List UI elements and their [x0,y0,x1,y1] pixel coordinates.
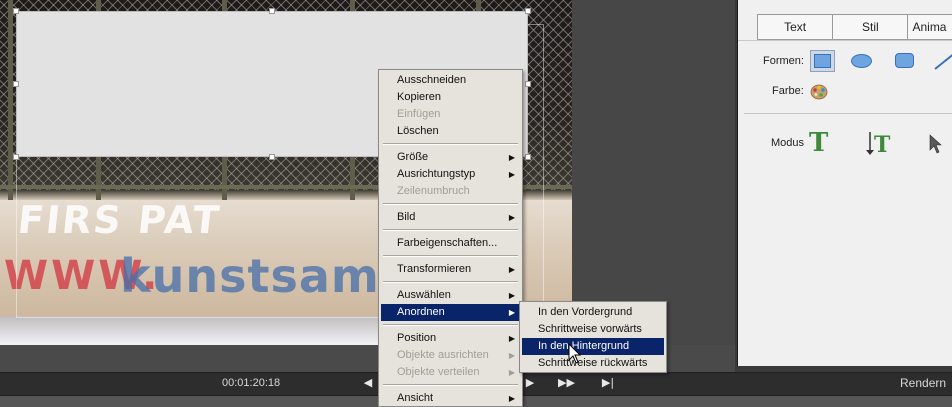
resize-handle[interactable] [269,154,275,160]
submenu-arrow-icon: ▶ [508,153,515,162]
arrange-submenu: In den Vordergrund Schrittweise vorwärts… [519,301,667,373]
menu-item-label: Transformieren [397,263,472,275]
submenu-arrow-icon: ▶ [508,351,515,360]
submenu-arrow-icon: ▶ [508,334,515,343]
fence-post [8,0,13,200]
ellipse-shape-button[interactable] [851,54,872,68]
submenu-arrow-icon: ▶ [508,368,515,377]
menu-item-label: Ansicht [397,392,434,404]
menu-item-view[interactable]: Ansicht ▶ [381,390,520,407]
menu-separator [383,255,518,257]
resize-handle[interactable] [13,154,19,160]
menu-item-arrange[interactable]: Anordnen ▶ [381,304,520,321]
menu-item-delete[interactable]: Löschen [381,123,520,140]
submenu-item-label: Schrittweise vorwärts [538,323,642,335]
menu-item-label: Objekte verteilen [397,366,480,378]
tab-text[interactable]: Text [758,15,834,39]
menu-separator [383,281,518,283]
resize-handle[interactable] [269,8,275,14]
menu-item-select[interactable]: Auswählen ▶ [381,287,520,304]
menu-item-label: Farbeigenschaften... [397,237,498,249]
menu-item-alignment-type[interactable]: Ausrichtungstyp ▶ [381,166,520,183]
rectangle-shape-button[interactable] [810,50,835,72]
menu-item-label: Position [397,332,437,344]
menu-item-position[interactable]: Position ▶ [381,330,520,347]
palette-icon[interactable] [810,83,828,100]
line-shape-button[interactable] [934,52,952,70]
color-label: Farbe: [772,85,804,97]
menu-item-label: Ausrichtungstyp [397,168,476,180]
menu-item-label: Größe [397,151,429,163]
goto-end-icon[interactable]: ▶| [600,376,616,390]
submenu-arrow-icon: ▶ [508,308,515,317]
render-button[interactable]: Rendern [900,376,946,390]
menu-item-color-properties[interactable]: Farbeigenschaften... [381,235,520,252]
menu-item-cut[interactable]: Ausschneiden [381,72,520,89]
menu-separator [383,324,518,326]
shapes-label: Formen: [763,55,804,67]
timecode-display[interactable]: 00:01:20:18 [222,377,280,389]
submenu-arrow-icon: ▶ [508,291,515,300]
menu-item-transform[interactable]: Transformieren ▶ [381,261,520,278]
tab-animation[interactable]: Anima [908,15,952,39]
menu-separator [383,203,518,205]
menu-separator [383,384,518,386]
divider [738,40,952,41]
submenu-arrow-icon: ▶ [508,394,515,403]
resize-handle[interactable] [13,8,19,14]
menu-item-label: Ausschneiden [397,74,467,86]
submenu-item-bring-to-front[interactable]: In den Vordergrund [522,304,664,321]
submenu-arrow-icon: ▶ [508,265,515,274]
menu-item-label: Auswählen [397,289,451,301]
submenu-item-label: Schrittweise rückwärts [538,357,648,369]
submenu-arrow-icon: ▶ [508,170,515,179]
menu-item-align-objects: Objekte ausrichten ▶ [381,347,520,364]
rectangle-icon [814,54,831,68]
menu-item-label: Einfügen [397,108,441,120]
submenu-item-send-backward[interactable]: Schrittweise rückwärts [522,355,664,372]
menu-item-label: Bild [397,211,416,223]
menu-item-copy[interactable]: Kopieren [381,89,520,106]
horizontal-text-tool-icon[interactable]: T [809,128,828,158]
mouse-cursor-icon [568,343,582,364]
menu-item-image[interactable]: Bild ▶ [381,209,520,226]
app-window: FIRS PAT WWW. kunstsammle Text Stil Anim… [0,0,952,407]
title-properties-panel: Text Stil Anima Formen: Farbe: Modus T T [737,0,952,366]
svg-text:T: T [874,132,891,158]
menu-item-distribute-objects: Objekte verteilen ▶ [381,364,520,381]
submenu-item-bring-forward[interactable]: Schrittweise vorwärts [522,321,664,338]
submenu-arrow-icon: ▶ [508,213,515,222]
tab-stil[interactable]: Stil [833,15,909,39]
context-menu: Ausschneiden Kopieren Einfügen Löschen G… [378,69,523,407]
menu-separator [383,143,518,145]
mode-label: Modus [771,137,805,149]
menu-item-label: Löschen [397,125,439,137]
menu-item-label: Anordnen [397,306,445,318]
menu-item-paste: Einfügen [381,106,520,123]
menu-item-label: Objekte ausrichten [397,349,489,361]
resize-handle[interactable] [13,81,19,87]
selection-tool-icon[interactable] [929,134,943,154]
divider [744,113,952,114]
menu-item-word-wrap: Zeilenumbruch [381,183,520,200]
play-icon[interactable]: ▶ [522,376,538,390]
resize-handle[interactable] [525,8,531,14]
menu-item-label: Kopieren [397,91,442,103]
menu-item-size[interactable]: Größe ▶ [381,149,520,166]
menu-item-label: Zeilenumbruch [397,185,470,197]
submenu-item-label: In den Hintergrund [538,340,630,352]
panel-tabs: Text Stil Anima [757,14,952,40]
menu-separator [383,229,518,231]
step-back-icon[interactable]: ◀ [360,376,376,390]
step-forward-icon[interactable]: ▶▶ [558,376,575,390]
submenu-item-send-to-back[interactable]: In den Hintergrund [522,338,664,355]
vertical-text-tool-icon[interactable]: T [865,128,891,158]
resize-handle[interactable] [525,154,531,160]
resize-handle[interactable] [525,81,531,87]
submenu-item-label: In den Vordergrund [538,306,633,318]
rounded-rectangle-shape-button[interactable] [895,53,914,68]
